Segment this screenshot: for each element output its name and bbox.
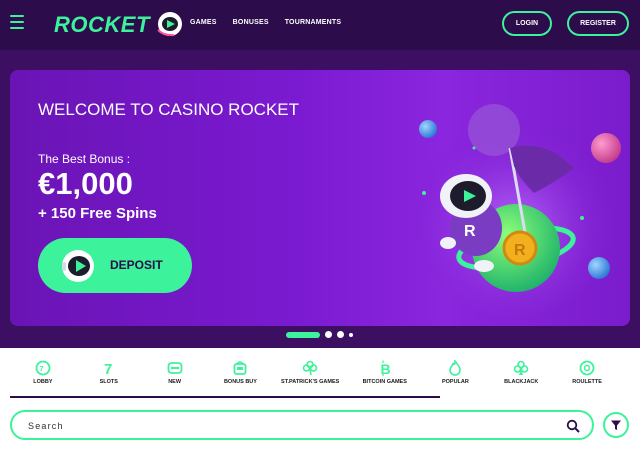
- bonus-spins: + 150 Free Spins: [38, 205, 157, 222]
- category-st-patricks[interactable]: ST.PATRICK'S GAMES: [273, 360, 347, 396]
- nav-games[interactable]: GAMES: [190, 19, 217, 26]
- category-bar-underline: [10, 396, 440, 398]
- slots-icon: 7: [104, 361, 112, 376]
- new-icon: [167, 362, 183, 374]
- svg-text:R: R: [464, 223, 476, 240]
- clover-icon: [302, 360, 318, 376]
- svg-text:7: 7: [104, 361, 112, 376]
- carousel-dots: [286, 331, 353, 338]
- carousel-dot[interactable]: [349, 332, 353, 337]
- carousel-dot-active[interactable]: [286, 331, 320, 338]
- bitcoin-icon: B: [380, 360, 390, 376]
- astronaut-planet-illustration: R R: [414, 104, 621, 318]
- deposit-label: DEPOSIT: [110, 258, 163, 272]
- carousel-dot[interactable]: [325, 331, 332, 338]
- filter-icon: [611, 420, 621, 430]
- category-slots[interactable]: 7 SLOTS: [76, 360, 142, 396]
- astronaut-logo-icon: [157, 12, 182, 37]
- category-bar: 7 LOBBY 7 SLOTS NEW BONUS BUY ST.PATRICK…: [10, 360, 620, 396]
- category-popular[interactable]: POPULAR: [423, 360, 489, 396]
- flame-icon: [449, 360, 462, 376]
- lobby-icon: 7: [35, 360, 51, 376]
- category-lobby[interactable]: 7 LOBBY: [10, 360, 76, 396]
- astronaut-avatar-icon: [62, 250, 94, 282]
- banner-title: WELCOME TO CASINO ROCKET: [38, 100, 300, 119]
- deposit-button[interactable]: DEPOSIT: [38, 238, 192, 293]
- register-button[interactable]: REGISTER: [567, 11, 629, 36]
- site-header: ROCKET GAMES BONUSES TOURNAMENTS LOGIN R…: [0, 0, 640, 50]
- category-bonus-buy[interactable]: BONUS BUY: [208, 360, 274, 396]
- main-nav: GAMES BONUSES TOURNAMENTS: [190, 19, 341, 26]
- bonus-label: The Best Bonus :: [38, 152, 131, 166]
- svg-text:7: 7: [40, 366, 44, 373]
- search-input[interactable]: [28, 418, 548, 434]
- login-button[interactable]: LOGIN: [502, 11, 552, 36]
- search-icon[interactable]: [566, 419, 580, 433]
- category-blackjack[interactable]: BLACKJACK: [488, 360, 554, 396]
- bonus-amount: €1,000: [38, 166, 133, 201]
- category-roulette[interactable]: ROULETTE: [554, 360, 620, 396]
- svg-text:R: R: [514, 242, 526, 259]
- bonus-buy-icon: [234, 361, 247, 375]
- carousel-dot[interactable]: [337, 331, 344, 338]
- site-logo[interactable]: ROCKET: [54, 12, 150, 38]
- search-box: [10, 410, 594, 440]
- filter-button[interactable]: [603, 412, 629, 438]
- svg-text:B: B: [380, 361, 390, 376]
- promo-banner: WELCOME TO CASINO ROCKET The Best Bonus …: [10, 70, 630, 326]
- club-icon: [513, 360, 529, 375]
- nav-tournaments[interactable]: TOURNAMENTS: [285, 19, 342, 26]
- category-new[interactable]: NEW: [142, 360, 208, 396]
- menu-icon[interactable]: [10, 15, 24, 33]
- roulette-icon: [579, 360, 595, 376]
- nav-bonuses[interactable]: BONUSES: [233, 19, 269, 26]
- category-bitcoin-games[interactable]: B BITCOIN GAMES: [347, 360, 423, 396]
